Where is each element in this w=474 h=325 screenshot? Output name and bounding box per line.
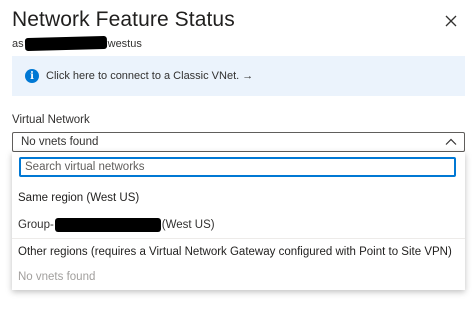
subtitle: as westus bbox=[12, 35, 142, 52]
page-title: Network Feature Status bbox=[12, 8, 235, 31]
classic-vnet-info-bar[interactable]: i Click here to connect to a Classic VNe… bbox=[12, 56, 465, 96]
option-suffix: (West US) bbox=[161, 219, 215, 231]
redaction-mark bbox=[24, 35, 107, 52]
classic-vnet-link[interactable]: Click here to connect to a Classic VNet.… bbox=[46, 70, 253, 82]
search-virtual-networks-input[interactable] bbox=[19, 157, 456, 177]
empty-state-text: No vnets found bbox=[18, 271, 96, 283]
group-header-same-region: Same region (West US) bbox=[18, 192, 140, 204]
vnet-option[interactable]: Group- (West US) bbox=[18, 218, 215, 232]
group-header-other-regions: Other regions (requires a Virtual Networ… bbox=[18, 246, 452, 258]
virtual-network-label: Virtual Network bbox=[12, 114, 90, 126]
divider bbox=[12, 238, 465, 239]
chevron-up-icon bbox=[445, 138, 457, 145]
dropdown-selected-value: No vnets found bbox=[21, 136, 99, 148]
option-prefix: Group- bbox=[18, 219, 54, 231]
subtitle-prefix: as bbox=[12, 37, 24, 50]
subtitle-suffix: westus bbox=[107, 37, 142, 50]
info-icon: i bbox=[25, 69, 39, 83]
dropdown-panel: Same region (West US) Group- (West US) O… bbox=[12, 152, 465, 290]
redaction-mark bbox=[54, 218, 161, 232]
virtual-network-dropdown[interactable]: No vnets found bbox=[12, 132, 465, 152]
close-icon[interactable] bbox=[440, 10, 462, 32]
